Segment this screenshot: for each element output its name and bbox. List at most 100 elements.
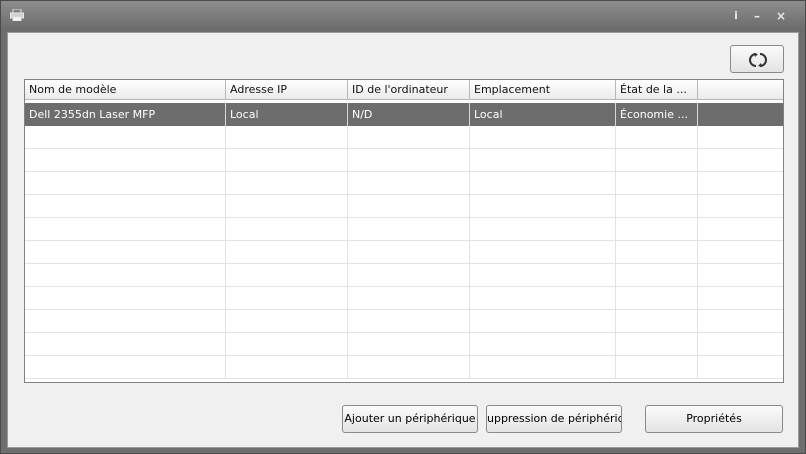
empty-cell — [616, 218, 698, 241]
empty-cell — [616, 287, 698, 310]
printer-app-icon — [10, 9, 24, 21]
empty-cell — [470, 310, 616, 333]
empty-cell — [616, 149, 698, 172]
table-header: Nom de modèle Adresse IP ID de l'ordinat… — [25, 80, 783, 100]
info-button[interactable]: i — [730, 8, 742, 24]
empty-cell — [25, 172, 226, 195]
empty-cell — [226, 333, 348, 356]
table-row-empty[interactable] — [25, 195, 783, 218]
empty-cell — [348, 287, 470, 310]
empty-cell — [25, 195, 226, 218]
empty-cell — [698, 172, 783, 195]
cell-computer-id: N/D — [348, 103, 470, 126]
properties-button[interactable]: Propriétés — [645, 405, 783, 433]
empty-cell — [616, 356, 698, 379]
empty-cell — [25, 149, 226, 172]
table-row-empty[interactable] — [25, 333, 783, 356]
empty-cell — [616, 126, 698, 149]
column-header-model-name[interactable]: Nom de modèle — [25, 80, 226, 100]
empty-cell — [616, 195, 698, 218]
device-table[interactable]: Nom de modèle Adresse IP ID de l'ordinat… — [24, 79, 784, 383]
column-header-status[interactable]: État de la ... — [616, 80, 698, 100]
empty-cell — [470, 195, 616, 218]
title-bar[interactable]: i – × — [1, 1, 805, 31]
table-row-empty[interactable] — [25, 287, 783, 310]
empty-cell — [348, 172, 470, 195]
empty-cell — [698, 333, 783, 356]
column-header-location[interactable]: Emplacement — [470, 80, 616, 100]
table-row-empty[interactable] — [25, 149, 783, 172]
empty-cell — [226, 195, 348, 218]
empty-cell — [616, 264, 698, 287]
empty-cell — [698, 195, 783, 218]
empty-cell — [470, 287, 616, 310]
empty-cell — [470, 241, 616, 264]
empty-cell — [616, 333, 698, 356]
empty-cell — [470, 264, 616, 287]
column-header-extra[interactable] — [698, 80, 783, 100]
empty-cell — [226, 356, 348, 379]
empty-cell — [25, 241, 226, 264]
empty-cell — [470, 172, 616, 195]
empty-cell — [348, 241, 470, 264]
empty-cell — [348, 195, 470, 218]
empty-cell — [698, 287, 783, 310]
table-row-empty[interactable] — [25, 218, 783, 241]
refresh-button[interactable] — [730, 45, 784, 73]
client-area: Nom de modèle Adresse IP ID de l'ordinat… — [7, 32, 799, 448]
empty-cell — [226, 241, 348, 264]
cell-location: Local — [470, 103, 616, 126]
empty-cell — [698, 126, 783, 149]
empty-cell — [226, 264, 348, 287]
empty-cell — [348, 333, 470, 356]
empty-cell — [698, 149, 783, 172]
table-row[interactable]: Dell 2355dn Laser MFP Local N/D Local Éc… — [25, 103, 783, 126]
empty-cell — [226, 172, 348, 195]
empty-cell — [616, 172, 698, 195]
cell-ip-address: Local — [226, 103, 348, 126]
empty-cell — [616, 310, 698, 333]
empty-cell — [25, 126, 226, 149]
table-row-empty[interactable] — [25, 356, 783, 379]
empty-cell — [470, 218, 616, 241]
empty-cell — [25, 333, 226, 356]
empty-cell — [348, 310, 470, 333]
empty-cell — [698, 356, 783, 379]
device-manager-window: i – × Nom de modèle Adresse IP ID de l'o… — [0, 0, 806, 454]
empty-cell — [25, 356, 226, 379]
table-row-empty[interactable] — [25, 172, 783, 195]
empty-cell — [348, 149, 470, 172]
column-header-ip-address[interactable]: Adresse IP — [226, 80, 348, 100]
empty-cell — [470, 126, 616, 149]
refresh-icon — [749, 53, 767, 67]
empty-cell — [698, 310, 783, 333]
empty-cell — [698, 218, 783, 241]
empty-cell — [226, 218, 348, 241]
empty-cell — [470, 356, 616, 379]
add-device-button[interactable]: Ajouter un périphérique — [342, 405, 478, 433]
cell-extra — [698, 103, 783, 126]
cell-status: Économie ... — [616, 103, 698, 126]
empty-cell — [226, 310, 348, 333]
empty-cell — [470, 149, 616, 172]
table-row-empty[interactable] — [25, 264, 783, 287]
empty-cell — [226, 126, 348, 149]
table-row-empty[interactable] — [25, 241, 783, 264]
empty-cell — [616, 241, 698, 264]
empty-cell — [348, 356, 470, 379]
empty-cell — [226, 287, 348, 310]
table-row-empty[interactable] — [25, 126, 783, 149]
empty-cell — [698, 264, 783, 287]
empty-cell — [470, 333, 616, 356]
table-row-empty[interactable] — [25, 310, 783, 333]
empty-cell — [25, 287, 226, 310]
minimize-button[interactable]: – — [750, 8, 764, 24]
empty-cell — [25, 264, 226, 287]
empty-cell — [25, 218, 226, 241]
cell-model-name: Dell 2355dn Laser MFP — [25, 103, 226, 126]
remove-device-button[interactable]: uppression de périphériqu — [486, 405, 622, 433]
column-header-computer-id[interactable]: ID de l'ordinateur — [348, 80, 470, 100]
close-button[interactable]: × — [774, 8, 788, 24]
empty-cell — [348, 218, 470, 241]
empty-cell — [25, 310, 226, 333]
